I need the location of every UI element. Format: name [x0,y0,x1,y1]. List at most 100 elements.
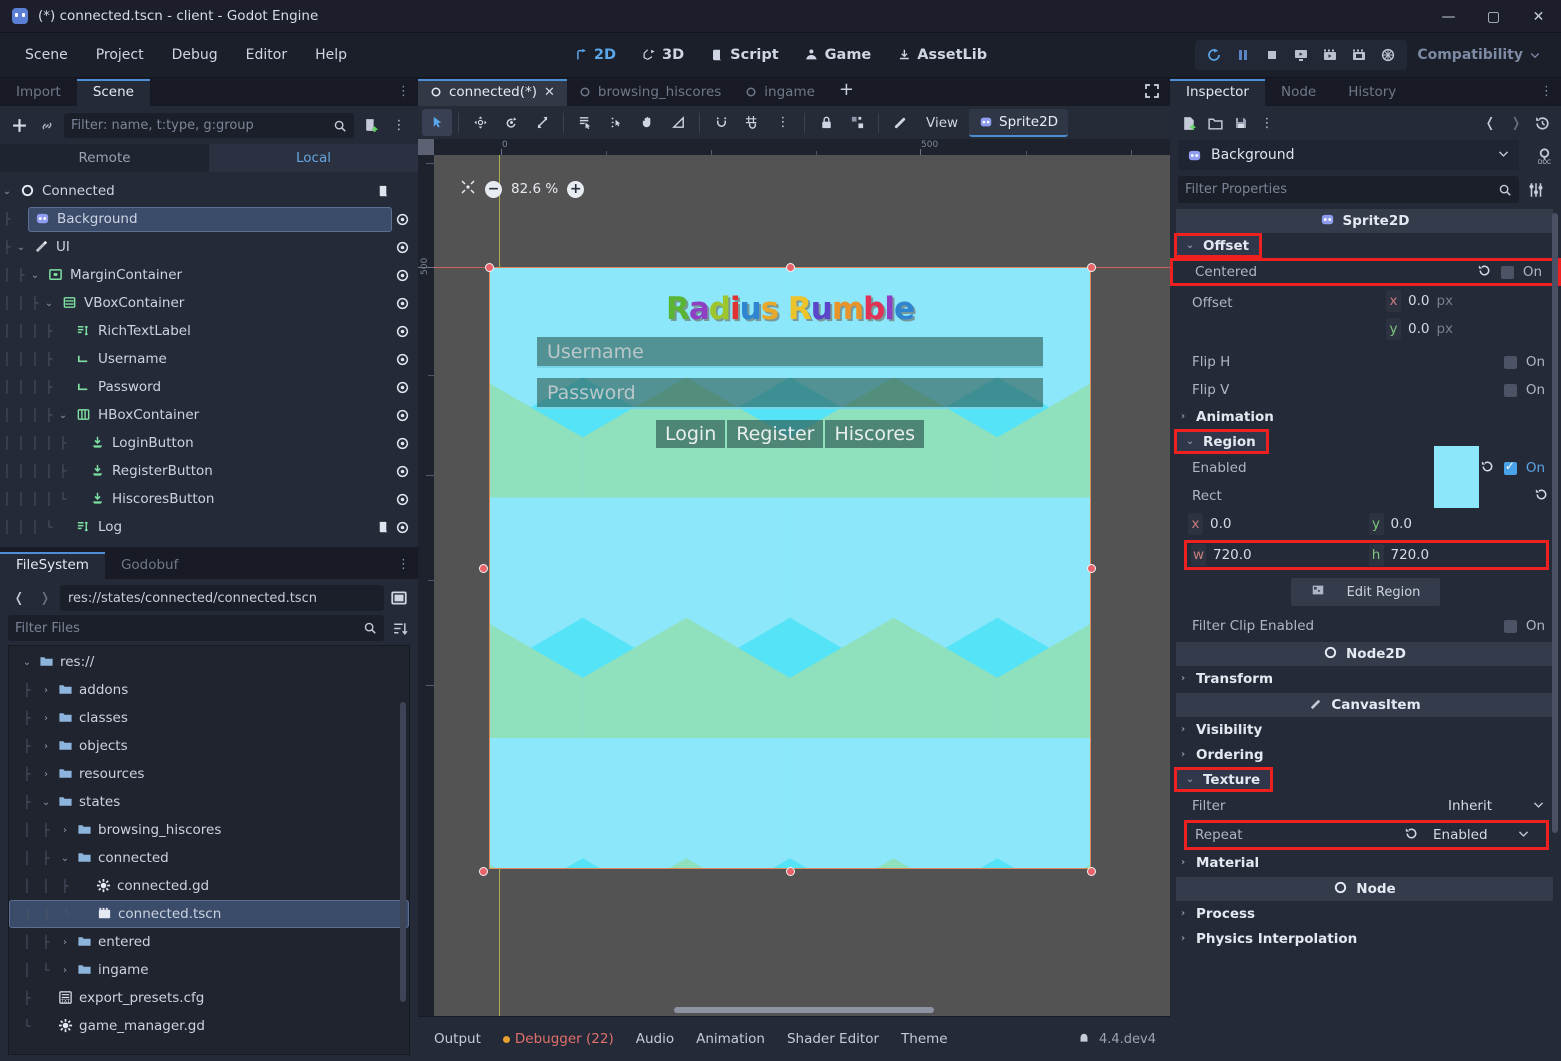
pan-icon[interactable] [632,109,662,136]
tab-game[interactable]: Game [795,42,882,68]
visibility-toggle[interactable] [392,324,412,339]
group-expander[interactable]: ⌄ [1183,240,1197,251]
inspector-prop-flip-v[interactable]: Flip V On [1170,376,1561,404]
run-current-scene-icon[interactable] [1288,43,1314,67]
grid-snap-icon[interactable] [737,109,767,136]
inspector-group-offset[interactable]: ⌄ Offset [1174,233,1263,258]
instance-scene-button[interactable] [36,115,58,137]
group-expander[interactable]: ⌄ [1183,436,1197,447]
tree-expander[interactable]: ⌄ [28,270,42,281]
tab-3d[interactable]: 3D [632,42,694,68]
file-tree-scrollbar[interactable] [400,702,406,1002]
movie-write-icon[interactable] [1346,43,1372,67]
rect-y-value[interactable]: 0.0 [1391,516,1412,532]
group-expander[interactable]: › [1176,673,1190,684]
visibility-toggle[interactable] [392,296,412,311]
inspected-object[interactable]: Background [1178,140,1519,170]
scene-tree-item-ui[interactable]: ├ ⌄ UI [0,233,418,261]
current-path[interactable]: res://states/connected/connected.tscn [60,585,384,611]
local-button[interactable]: Local [209,144,418,172]
scale-icon[interactable] [527,109,557,136]
inspector-group-texture[interactable]: ⌄ Texture [1174,767,1274,792]
register-button[interactable]: Register [727,420,824,448]
scene-tree-item-margincontainer[interactable]: │ ├ ⌄ MarginContainer [0,261,418,289]
ruler-icon[interactable] [663,109,693,136]
nav-back-icon[interactable]: ❬ [8,587,30,609]
inspector-prop-filter-clip-enabled[interactable]: Filter Clip Enabled On [1170,612,1561,640]
edit-region-button[interactable]: Edit Region [1290,578,1441,606]
tab-script[interactable]: Script [700,42,788,68]
tab-history[interactable]: History [1332,79,1412,106]
node-menu-button[interactable]: Sprite2D [969,108,1069,137]
snap-options-icon[interactable]: ⋮ [768,109,798,136]
tab-godobuf[interactable]: Godobuf [105,552,194,579]
visibility-toggle[interactable] [392,520,412,535]
inspector-group-visibility[interactable]: › Visibility [1170,717,1561,742]
visibility-toggle[interactable] [392,492,412,507]
checkbox[interactable] [1503,383,1517,397]
selection-handle-br[interactable] [1087,867,1096,876]
tree-expander[interactable]: › [58,965,72,976]
rect-h-value[interactable]: 720.0 [1391,547,1430,563]
move-icon[interactable] [465,109,495,136]
login-button[interactable]: Login [655,420,726,448]
rect-w-value[interactable]: 720.0 [1213,547,1252,563]
tree-expander[interactable]: ⌄ [42,298,56,309]
scene-tree-item-loginbutton[interactable]: │ │ │ │ ├ LoginButton [0,429,418,457]
chevron-down-icon[interactable] [1532,798,1545,815]
file-item-connected[interactable]: │ ├ ⌄ connected [9,844,409,872]
selection-handle-ml[interactable] [479,564,488,573]
file-item-connected-gd[interactable]: │ │ ├ connected.gd [9,872,409,900]
tree-expander[interactable]: › [58,937,72,948]
checkbox[interactable] [1503,619,1517,633]
background-sprite[interactable]: Radius Rumble Username Password Login Re… [489,267,1091,869]
ruler-pivot-icon[interactable] [601,109,631,136]
file-item-browsing-hiscores[interactable]: │ ├ › browsing_hiscores [9,816,409,844]
tree-expander[interactable]: › [39,685,53,696]
scene-tree-item-connected[interactable]: ⌄ Connected [0,177,418,205]
menu-scene[interactable]: Scene [12,42,81,68]
scene-dock-menu-icon[interactable]: ⋮ [397,84,410,99]
bottom-tab-animation[interactable]: Animation [694,1027,767,1051]
scene-tree-item-background[interactable]: ├ Background [0,205,418,233]
scene-tab-connected[interactable]: connected(*) ✕ [418,79,567,106]
file-item-export-presets-cfg[interactable]: ├ TXT export_presets.cfg [9,984,409,1012]
tree-expander[interactable]: › [58,825,72,836]
run-project-icon[interactable] [1201,43,1227,67]
bottom-tab-debugger[interactable]: Debugger (22) [501,1027,616,1051]
scene-tree-item-registerbutton[interactable]: │ │ │ │ ├ RegisterButton [0,457,418,485]
view-menu-button[interactable]: View [916,110,968,136]
tree-expander[interactable]: ⌄ [58,853,72,864]
offset-y-value[interactable]: 0.0 [1408,321,1429,337]
property-filter-input[interactable] [1185,182,1498,197]
scene-tree-item-log[interactable]: │ │ │ └ Log [0,513,418,541]
tab-filesystem[interactable]: FileSystem [0,552,105,579]
bottom-tab-shader-editor[interactable]: Shader Editor [785,1027,881,1051]
zoom-out-button[interactable]: − [485,180,502,198]
inspector-prop-enabled[interactable]: Enabled On [1170,454,1561,482]
visibility-toggle[interactable] [392,212,412,227]
visibility-toggle[interactable] [392,240,412,255]
inspector-group-material[interactable]: › Material [1170,850,1561,875]
save-resource-icon[interactable] [1230,112,1252,134]
selection-handle-bc[interactable] [786,867,795,876]
distraction-free-mode-icon[interactable] [1144,83,1160,103]
revert-icon[interactable] [1477,263,1492,282]
scene-options-icon[interactable]: ⋮ [388,115,410,137]
file-item-objects[interactable]: ├ › objects [9,732,409,760]
menu-project[interactable]: Project [83,42,157,68]
file-item-resources[interactable]: ├ › resources [9,760,409,788]
file-item-entered[interactable]: │ ├ › entered [9,928,409,956]
scene-filter-input[interactable] [71,118,333,133]
scene-tree-item-hiscoresbutton[interactable]: │ │ │ │ └ HiscoresButton [0,485,418,513]
node-script-icon[interactable] [374,184,392,199]
group-expander[interactable]: › [1176,908,1190,919]
history-back-icon[interactable]: ❬ [1479,112,1501,134]
group-icon[interactable] [842,109,872,136]
inspector-prop-centered[interactable]: Centered On [1170,258,1561,286]
file-filter-box[interactable] [8,615,384,641]
minimize-button[interactable]: — [1426,0,1471,33]
inspector-group-process[interactable]: › Process [1170,901,1561,926]
file-item-res-[interactable]: ⌄ res:// [9,648,409,676]
snap-magnet-icon[interactable] [706,109,736,136]
